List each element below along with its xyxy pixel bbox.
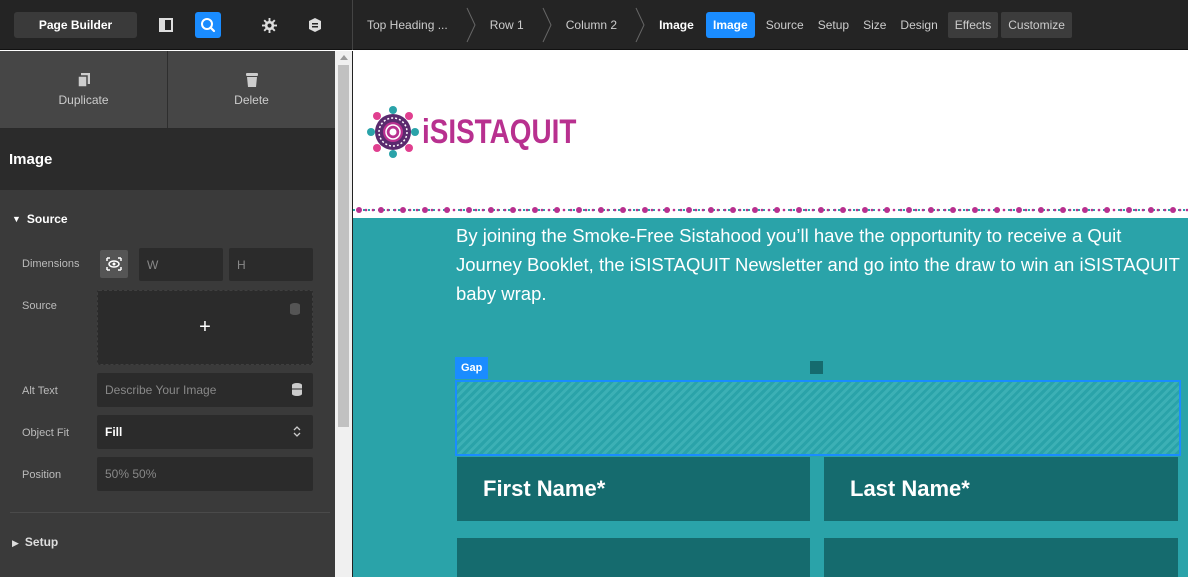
alt-text-input[interactable]: Describe Your Image bbox=[97, 373, 313, 407]
object-fit-label: Object Fit bbox=[22, 427, 70, 439]
height-input[interactable]: H bbox=[229, 248, 313, 281]
tab-customize[interactable]: Customize bbox=[1001, 12, 1072, 38]
logo-wordmark: iSISTAQUIT bbox=[422, 112, 577, 151]
mandala-logo-icon bbox=[367, 106, 419, 158]
chevron-updown-icon bbox=[293, 426, 301, 437]
tab-size[interactable]: Size bbox=[856, 12, 893, 38]
delete-button[interactable]: Delete bbox=[167, 51, 335, 128]
database-icon[interactable] bbox=[290, 303, 300, 315]
panel-title: Image bbox=[0, 129, 335, 190]
layout-icon[interactable] bbox=[153, 12, 179, 38]
caret-down-icon: ▼ bbox=[12, 214, 21, 224]
tab-setup[interactable]: Setup bbox=[811, 12, 856, 38]
trash-icon bbox=[245, 72, 258, 87]
delete-label: Delete bbox=[234, 92, 269, 107]
panel-scrollbar-thumb[interactable] bbox=[338, 65, 349, 427]
duplicate-button[interactable]: Duplicate bbox=[0, 51, 167, 128]
site-logo[interactable]: iSISTAQUIT bbox=[367, 106, 610, 158]
tab-effects[interactable]: Effects bbox=[947, 12, 999, 38]
breadcrumb-image[interactable]: Image bbox=[645, 0, 712, 50]
duplicate-icon bbox=[77, 72, 90, 87]
position-input[interactable]: 50% 50% bbox=[97, 457, 313, 491]
setup-section-label: Setup bbox=[24, 535, 59, 549]
auto-size-toggle[interactable] bbox=[100, 250, 128, 278]
scroll-up-arrow-icon[interactable] bbox=[340, 55, 348, 60]
dimensions-label: Dimensions bbox=[22, 258, 80, 270]
alt-text-label: Alt Text bbox=[22, 385, 58, 397]
duplicate-label: Duplicate bbox=[58, 92, 109, 107]
breadcrumb-row[interactable]: Row 1 bbox=[476, 0, 542, 50]
breadcrumb-chevron-icon bbox=[466, 7, 476, 43]
caret-right-icon: ▶ bbox=[12, 538, 19, 548]
setup-section-toggle[interactable]: ▶ Setup bbox=[12, 535, 58, 549]
gear-icon[interactable] bbox=[256, 12, 282, 38]
breadcrumb-top-heading[interactable]: Top Heading ... bbox=[353, 0, 466, 50]
eye-icon bbox=[106, 257, 122, 271]
source-label: Source bbox=[22, 300, 57, 312]
add-image-icon: + bbox=[199, 316, 211, 338]
search-icon[interactable] bbox=[195, 12, 221, 38]
settings-tabs: Image Source Setup Size Design Effects C… bbox=[706, 12, 1072, 38]
breadcrumb-column[interactable]: Column 2 bbox=[552, 0, 635, 50]
settings-panel: Duplicate Delete Image ▼ Source Dimensio… bbox=[0, 51, 335, 577]
source-section-label: Source bbox=[26, 212, 68, 226]
tab-source[interactable]: Source bbox=[759, 12, 811, 38]
last-name-field[interactable]: Last Name* bbox=[824, 457, 1178, 521]
top-toolbar: Page Builder Top Heading ... Row 1 Colum… bbox=[0, 0, 1188, 50]
breadcrumb: Top Heading ... Row 1 Column 2 Image bbox=[353, 0, 712, 50]
width-input[interactable]: W bbox=[139, 248, 223, 281]
breadcrumb-chevron-icon bbox=[635, 7, 645, 43]
source-section-toggle[interactable]: ▼ Source bbox=[0, 190, 335, 248]
form-field-next-left[interactable] bbox=[457, 538, 810, 577]
object-fit-select[interactable]: Fill bbox=[97, 415, 313, 449]
section-divider bbox=[10, 512, 330, 513]
position-label: Position bbox=[22, 469, 62, 481]
page-builder-menu-button[interactable]: Page Builder bbox=[14, 12, 137, 38]
layers-icon[interactable] bbox=[302, 12, 328, 38]
dotted-divider bbox=[353, 207, 1188, 213]
page-canvas: iSISTAQUIT By joining the Smoke-Free Sis… bbox=[353, 51, 1188, 577]
image-source-dropzone[interactable]: + bbox=[97, 290, 313, 365]
drag-handle[interactable] bbox=[810, 361, 823, 374]
signup-intro-text: By joining the Smoke-Free Sistahood you’… bbox=[456, 225, 1180, 304]
breadcrumb-chevron-icon bbox=[542, 7, 552, 43]
form-field-next-right[interactable] bbox=[824, 538, 1178, 577]
first-name-field[interactable]: First Name* bbox=[457, 457, 810, 521]
tab-design[interactable]: Design bbox=[893, 12, 944, 38]
gap-badge: Gap bbox=[455, 357, 489, 379]
database-icon[interactable] bbox=[292, 383, 302, 396]
tab-image[interactable]: Image bbox=[706, 12, 755, 38]
gap-spacer[interactable] bbox=[455, 380, 1181, 456]
element-actions: Duplicate Delete bbox=[0, 51, 335, 129]
